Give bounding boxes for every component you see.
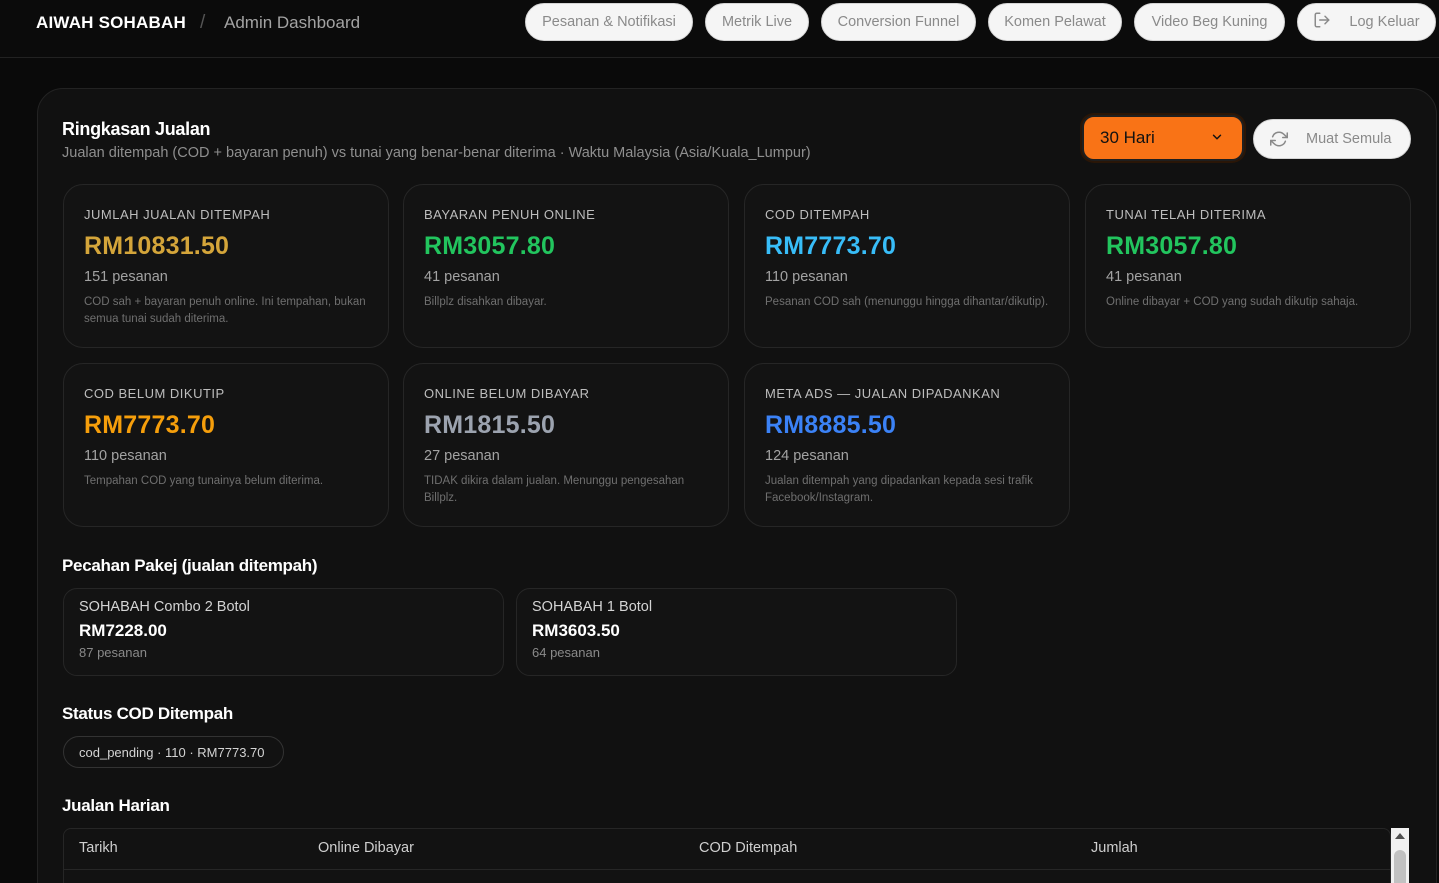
nav-label: Log Keluar <box>1349 14 1420 30</box>
stat-note: Billplz disahkan dibayar. <box>424 296 547 308</box>
cod-status-title: Status COD Ditempah <box>62 704 233 723</box>
nav-label: Conversion Funnel <box>837 14 960 30</box>
nav-video-beg-kuning-button[interactable]: Video Beg Kuning <box>1134 3 1285 41</box>
package-price: RM7228.00 <box>79 621 167 640</box>
stat-card-cod-booked: COD DITEMPAH RM7773.70 110 pesanan Pesan… <box>744 184 1070 348</box>
stat-note: COD sah + bayaran penuh online. Ini temp… <box>84 296 366 325</box>
stat-card-online-unpaid: ONLINE BELUM DIBAYAR RM1815.50 27 pesana… <box>403 363 729 527</box>
package-name: SOHABAH Combo 2 Botol <box>79 599 250 615</box>
stat-card-meta-ads: META ADS — JUALAN DIPADANKAN RM8885.50 1… <box>744 363 1070 527</box>
stat-value: RM1815.50 <box>424 411 556 439</box>
brand-name: AIWAH SOHABAH <box>36 13 186 32</box>
cod-status-chip: cod_pending · 110 · RM7773.70 <box>63 736 284 768</box>
package-count: 87 pesanan <box>79 645 147 660</box>
column-header-cod-booked[interactable]: COD Ditempah <box>699 840 797 856</box>
cod-status-chip-label: cod_pending · 110 · RM7773.70 <box>79 744 265 760</box>
column-header-online-paid[interactable]: Online Dibayar <box>318 840 414 856</box>
stat-count: 41 pesanan <box>424 269 500 285</box>
stat-note: Jualan ditempah yang dipadankan kepada s… <box>765 475 1033 504</box>
top-bar: AIWAH SOHABAH / Admin Dashboard Pesanan … <box>0 0 1439 58</box>
stat-note: Pesanan COD sah (menunggu hingga dihanta… <box>765 296 1049 308</box>
nav-label: Pesanan & Notifikasi <box>542 14 676 30</box>
stat-count: 110 pesanan <box>84 448 167 464</box>
package-card: SOHABAH 1 Botol RM3603.50 64 pesanan <box>516 588 957 676</box>
stat-value: RM7773.70 <box>765 232 897 260</box>
logout-button[interactable]: Log Keluar <box>1297 3 1436 41</box>
breadcrumb-separator: / <box>200 12 206 33</box>
stat-label: COD DITEMPAH <box>765 207 870 222</box>
reload-label: Muat Semula <box>1306 131 1392 147</box>
stat-count: 41 pesanan <box>1106 269 1182 285</box>
range-select-value: 30 Hari <box>1100 128 1155 147</box>
package-name: SOHABAH 1 Botol <box>532 599 653 615</box>
stat-label: ONLINE BELUM DIBAYAR <box>424 386 590 401</box>
stat-count: 27 pesanan <box>424 448 500 464</box>
stat-note: Online dibayar + COD yang sudah dikutip … <box>1106 296 1359 308</box>
stat-count: 110 pesanan <box>765 269 848 285</box>
stat-card-cod-uncollected: COD BELUM DIKUTIP RM7773.70 110 pesanan … <box>63 363 389 527</box>
scroll-up-arrow-icon[interactable] <box>1395 833 1405 839</box>
package-count: 64 pesanan <box>532 645 600 660</box>
stat-value: RM10831.50 <box>84 232 230 260</box>
refresh-icon <box>1270 130 1288 148</box>
stat-note: Tempahan COD yang tunainya belum diterim… <box>84 475 324 487</box>
stat-label: META ADS — JUALAN DIPADANKAN <box>765 386 1001 401</box>
package-card: SOHABAH Combo 2 Botol RM7228.00 87 pesan… <box>63 588 504 676</box>
daily-sales-table: Tarikh Online Dibayar COD Ditempah Jumla… <box>63 828 1391 883</box>
stat-value: RM7773.70 <box>84 411 216 439</box>
stat-label: TUNAI TELAH DITERIMA <box>1106 207 1267 222</box>
stat-card-cash-received: TUNAI TELAH DITERIMA RM3057.80 41 pesana… <box>1085 184 1411 348</box>
nav-komen-pelawat-button[interactable]: Komen Pelawat <box>988 3 1122 41</box>
stat-label: JUMLAH JUALAN DITEMPAH <box>84 207 271 222</box>
summary-title: Ringkasan Jualan <box>62 119 211 139</box>
stat-count: 124 pesanan <box>765 448 849 464</box>
stat-value: RM3057.80 <box>1106 232 1238 260</box>
stat-count: 151 pesanan <box>84 269 168 285</box>
nav-label: Komen Pelawat <box>1004 14 1106 30</box>
nav-conversion-funnel-button[interactable]: Conversion Funnel <box>821 3 976 41</box>
nav-label: Video Beg Kuning <box>1151 14 1268 30</box>
scrollbar-thumb[interactable] <box>1394 850 1406 883</box>
logout-icon <box>1313 11 1331 33</box>
packages-title: Pecahan Pakej (jualan ditempah) <box>62 556 318 575</box>
column-header-date[interactable]: Tarikh <box>79 840 118 856</box>
stat-value: RM8885.50 <box>765 411 897 439</box>
range-select[interactable]: 30 Hari <box>1082 115 1244 161</box>
stat-value: RM3057.80 <box>424 232 556 260</box>
table-scrollbar[interactable] <box>1391 828 1409 883</box>
chevron-down-icon <box>1210 129 1224 149</box>
package-price: RM3603.50 <box>532 621 620 640</box>
stat-label: COD BELUM DIKUTIP <box>84 386 225 401</box>
breadcrumb-page: Admin Dashboard <box>224 13 361 32</box>
nav-pesanan-notifikasi-button[interactable]: Pesanan & Notifikasi <box>525 3 693 41</box>
row-divider <box>64 869 1390 870</box>
daily-sales-title: Jualan Harian <box>62 796 170 815</box>
summary-subtitle: Jualan ditempah (COD + bayaran penuh) vs… <box>62 145 811 161</box>
stat-card-online-paid: BAYARAN PENUH ONLINE RM3057.80 41 pesana… <box>403 184 729 348</box>
stat-card-total-booked: JUMLAH JUALAN DITEMPAH RM10831.50 151 pe… <box>63 184 389 348</box>
nav-label: Metrik Live <box>721 14 793 30</box>
stat-label: BAYARAN PENUH ONLINE <box>424 207 596 222</box>
reload-button[interactable]: Muat Semula <box>1253 119 1411 159</box>
nav-metrik-live-button[interactable]: Metrik Live <box>705 3 809 41</box>
column-header-total[interactable]: Jumlah <box>1091 840 1138 856</box>
stat-note: TIDAK dikira dalam jualan. Menunggu peng… <box>424 475 685 504</box>
